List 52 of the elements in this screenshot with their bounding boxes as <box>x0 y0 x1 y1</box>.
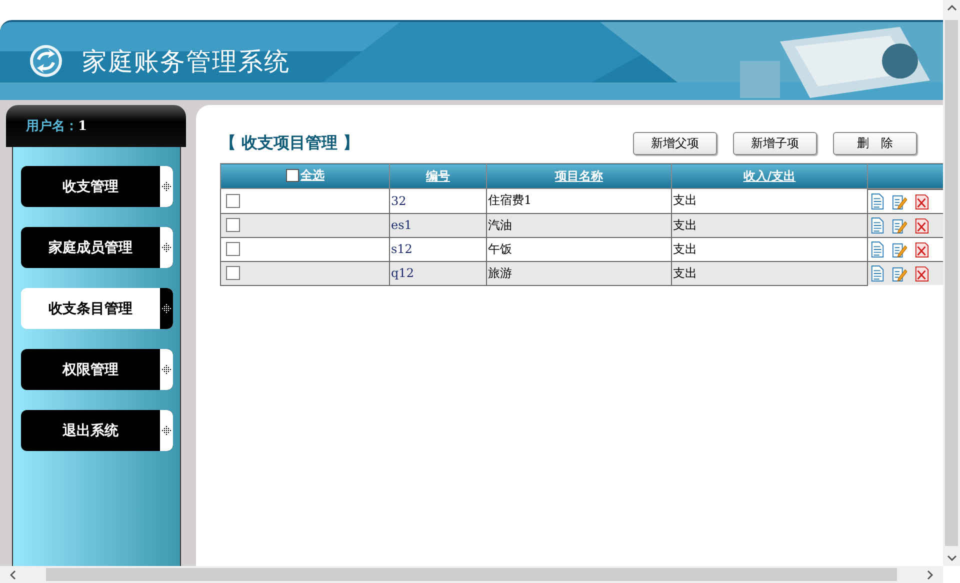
scroll-up-icon[interactable] <box>946 5 956 11</box>
sidebar-item[interactable]: 家庭成员管理 <box>21 227 173 268</box>
table-cell: 旅游 <box>486 261 672 285</box>
select-all-checkbox[interactable] <box>286 169 298 182</box>
table-cell: s12 <box>390 237 486 261</box>
toolbar-button[interactable]: 新增子项 <box>733 132 817 154</box>
table-cell: 午饭 <box>486 237 672 261</box>
username-label: 用户名：1 <box>26 118 88 135</box>
row-checkbox[interactable] <box>226 242 240 256</box>
scroll-right-icon[interactable] <box>927 570 933 580</box>
grip-icon <box>162 426 171 435</box>
sidebar-item[interactable]: 收支条目管理 <box>21 288 173 329</box>
table-cell: 支出 <box>672 213 868 237</box>
document-icon[interactable] <box>870 217 885 234</box>
table-cell: 支出 <box>672 188 868 213</box>
document-icon[interactable] <box>870 265 885 282</box>
grip-icon <box>162 182 171 191</box>
document-icon[interactable] <box>870 241 885 258</box>
table-cell: 住宿费1 <box>486 188 672 213</box>
delete-icon[interactable] <box>914 241 929 258</box>
grip-icon <box>162 243 171 252</box>
scroll-down-icon[interactable] <box>946 555 956 561</box>
edit-icon[interactable] <box>892 265 907 282</box>
sidebar-item[interactable]: 收支管理 <box>21 166 173 207</box>
edit-icon[interactable] <box>892 241 907 258</box>
row-checkbox[interactable] <box>226 266 240 280</box>
scroll-left-icon[interactable] <box>10 570 16 580</box>
table-cell: 32 <box>390 188 486 213</box>
toolbar-button[interactable]: 删 除 <box>833 132 917 154</box>
toolbar-button[interactable]: 新增父项 <box>633 132 717 154</box>
sidebar-item[interactable]: 退出系统 <box>21 410 173 451</box>
grip-icon <box>162 304 171 313</box>
document-icon[interactable] <box>870 193 885 210</box>
delete-icon[interactable] <box>914 217 929 234</box>
edit-icon[interactable] <box>892 193 907 210</box>
table-cell: 汽油 <box>486 213 672 237</box>
sidebar-item[interactable]: 权限管理 <box>21 349 173 390</box>
table-cell: es1 <box>390 213 486 237</box>
delete-icon[interactable] <box>914 265 929 282</box>
row-checkbox[interactable] <box>226 194 240 208</box>
table-cell: q12 <box>390 261 486 285</box>
page-title: 【 收支项目管理 】 <box>220 132 360 154</box>
delete-icon[interactable] <box>914 193 929 210</box>
table-cell: 支出 <box>672 237 868 261</box>
table-cell: 支出 <box>672 261 868 285</box>
vertical-scrollbar[interactable] <box>943 0 960 566</box>
row-checkbox[interactable] <box>226 218 240 232</box>
horizontal-scrollbar[interactable] <box>0 566 943 583</box>
edit-icon[interactable] <box>892 217 907 234</box>
grip-icon <box>162 365 171 374</box>
logo-icon <box>28 43 64 79</box>
app-title: 家庭账务管理系统 <box>82 46 290 78</box>
